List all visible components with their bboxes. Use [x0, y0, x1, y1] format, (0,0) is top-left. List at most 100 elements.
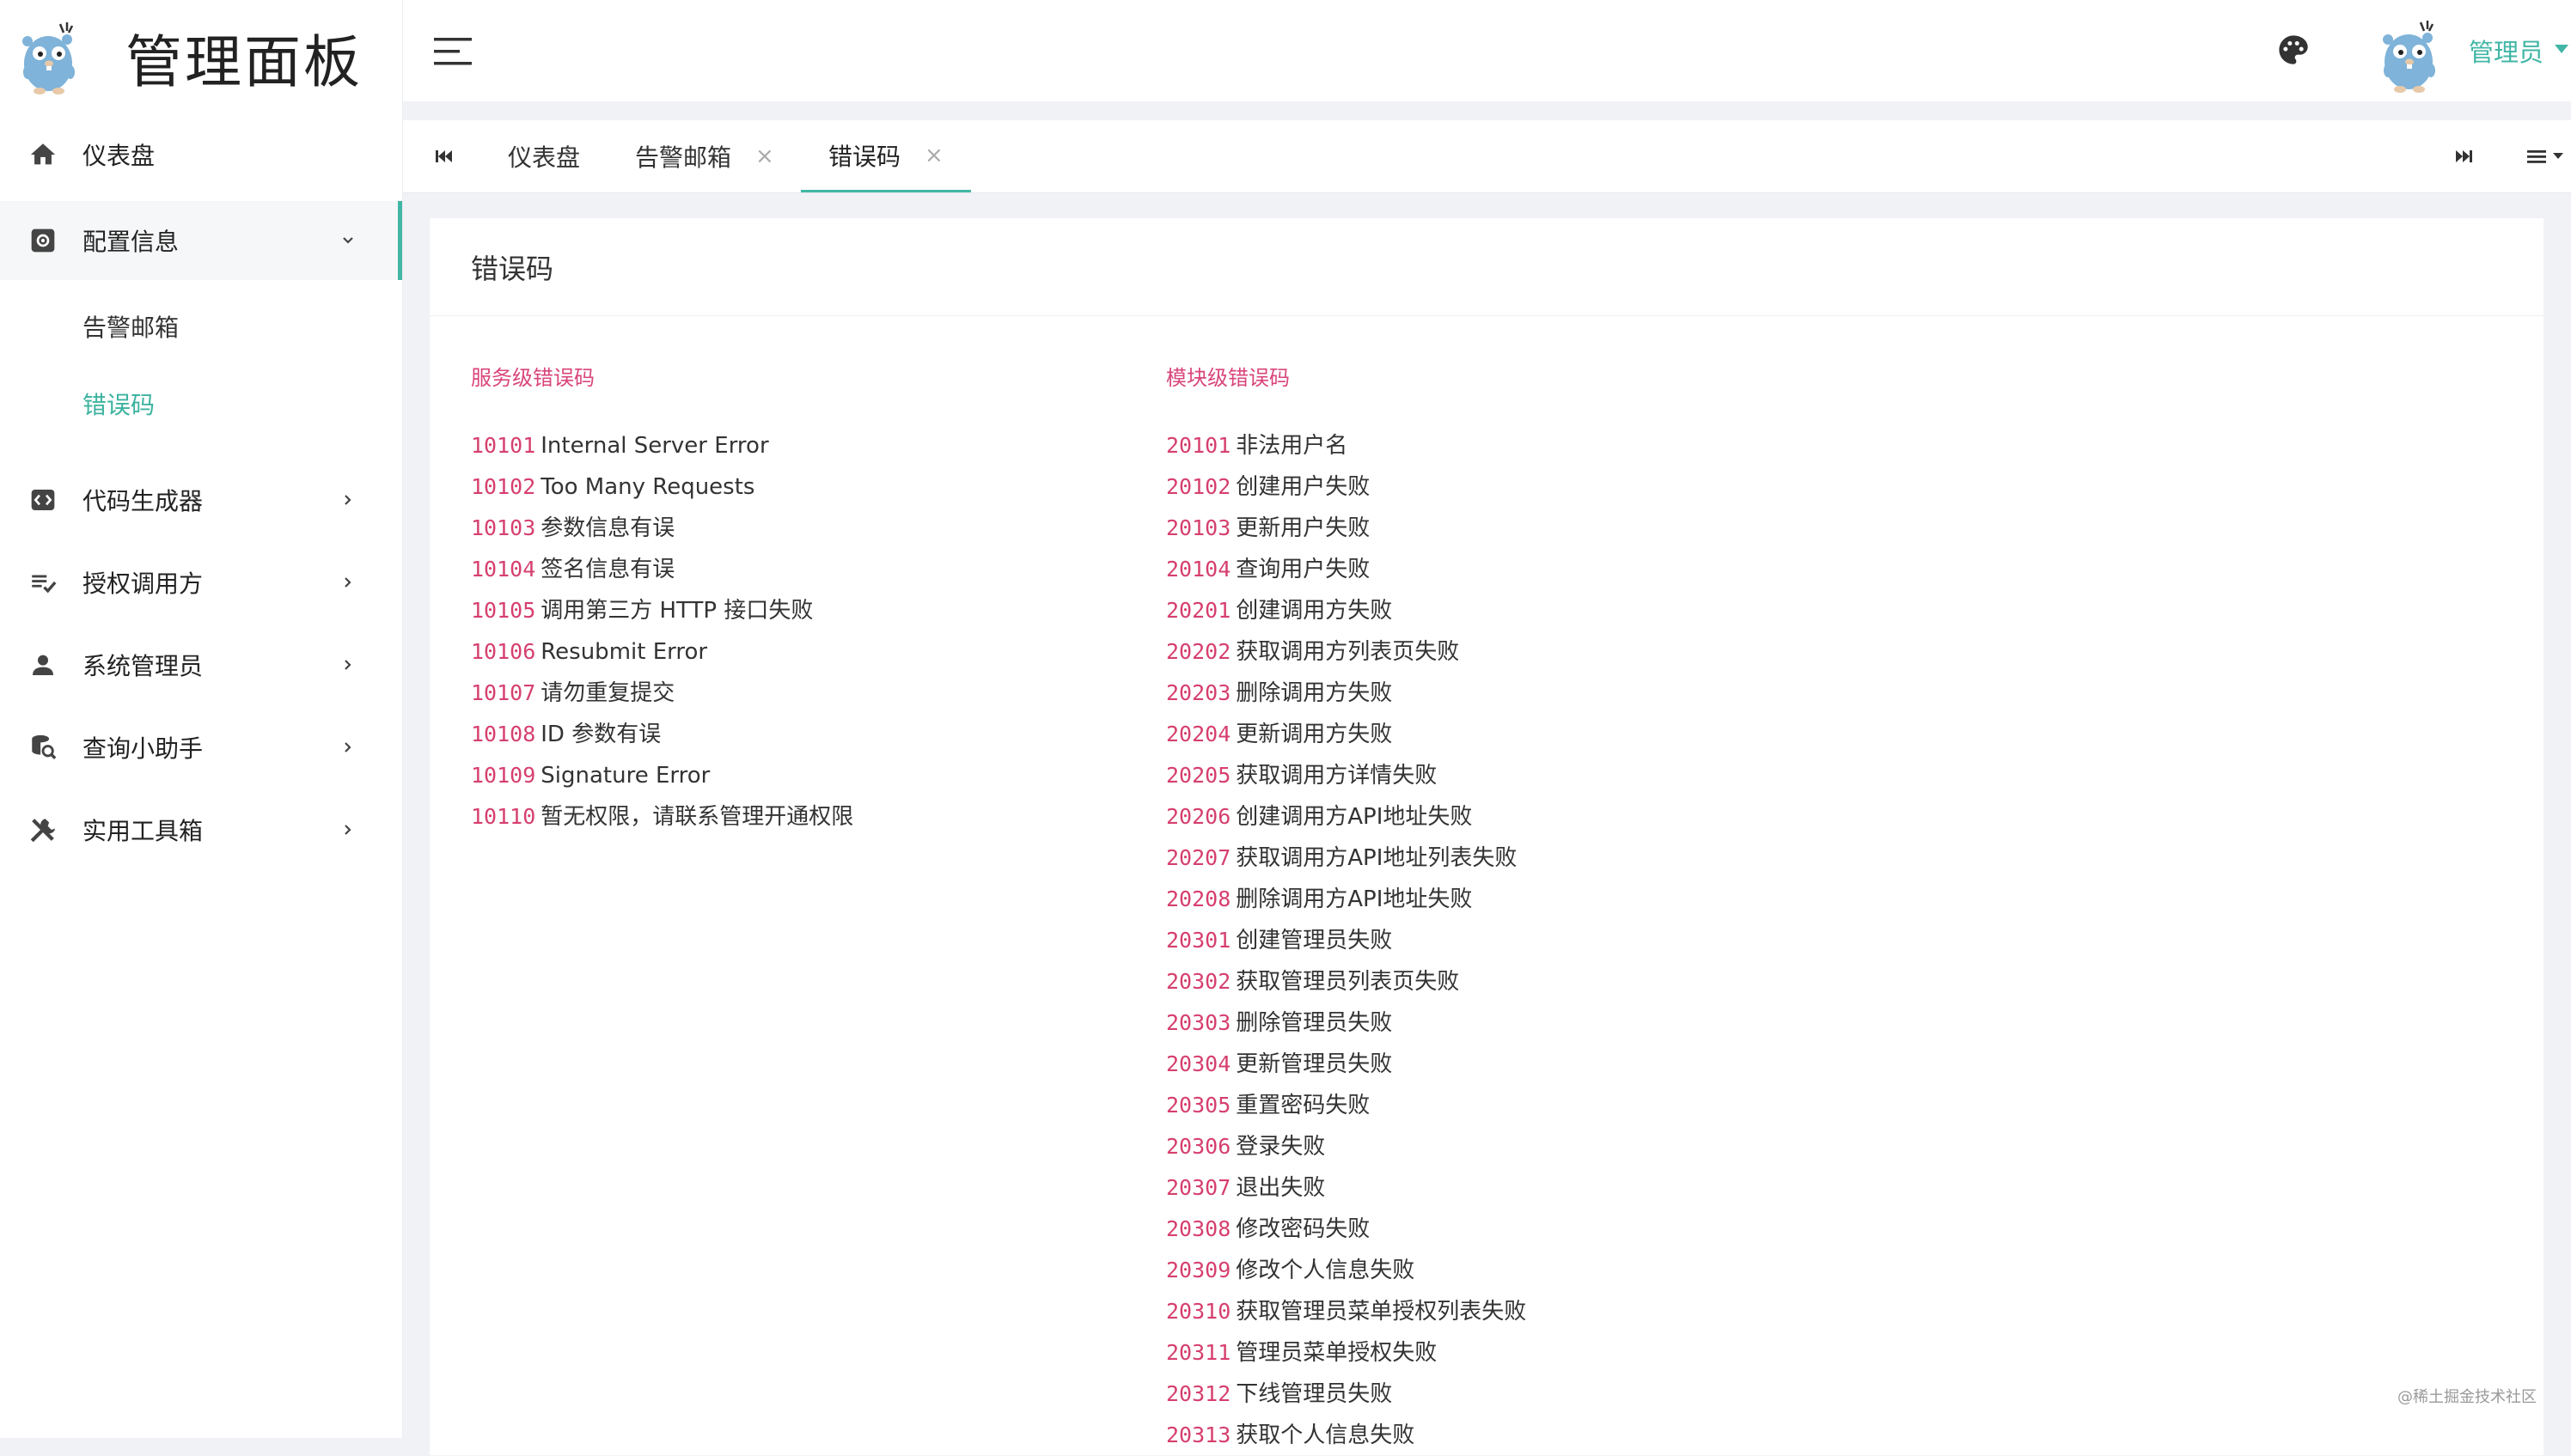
scroll-left-icon[interactable]: [431, 143, 458, 170]
error-code-description: 更新用户失败: [1236, 515, 1371, 541]
error-code-number: 20205: [1166, 763, 1231, 788]
error-code-description: Internal Server Error: [540, 433, 769, 459]
error-code-number: 20306: [1166, 1134, 1231, 1159]
error-code-description: 删除调用方API地址失败: [1236, 886, 1473, 912]
sidebar-item-label: 授权调用方: [82, 570, 204, 598]
code-row: 20101 非法用户名: [1166, 425, 1526, 466]
chevron-right-icon: [339, 738, 357, 757]
code-row: 10106 Resubmit Error: [471, 631, 853, 673]
sidebar-item-code-generator[interactable]: 代码生成器: [0, 460, 402, 539]
error-code-description: 创建用户失败: [1236, 474, 1371, 500]
code-row: 10110 暂无权限，请联系管理开通权限: [471, 796, 853, 838]
sidebar-subitem-error-code[interactable]: 错误码: [0, 369, 402, 438]
code-row: 20303 删除管理员失败: [1166, 1002, 1526, 1044]
sidebar-item-config[interactable]: 配置信息: [0, 201, 402, 280]
sidebar-item-label: 实用工具箱: [82, 817, 204, 845]
code-row: 20309 修改个人信息失败: [1166, 1250, 1526, 1291]
error-code-description: 暂无权限，请联系管理开通权限: [540, 804, 854, 830]
code-row: 20310 获取管理员菜单授权列表失败: [1166, 1291, 1526, 1332]
error-code-description: 获取调用方API地址列表失败: [1236, 845, 1518, 871]
tabs-menu-icon[interactable]: [2525, 143, 2571, 170]
error-code-description: 调用第三方 HTTP 接口失败: [540, 598, 814, 624]
watermark: @稀土掘金技术社区: [2397, 1388, 2537, 1406]
error-code-number: 20204: [1166, 722, 1231, 746]
chevron-right-icon: [339, 655, 357, 674]
code-row: 20203 删除调用方失败: [1166, 673, 1526, 714]
error-code-number: 20312: [1166, 1381, 1231, 1406]
error-code-number: 10105: [471, 598, 536, 623]
error-code-description: 签名信息有误: [540, 557, 675, 582]
palette-icon[interactable]: [2276, 33, 2311, 67]
code-row: 20304 更新管理员失败: [1166, 1044, 1526, 1085]
tab-close-icon[interactable]: ×: [755, 143, 774, 169]
error-code-number: 20304: [1166, 1051, 1231, 1076]
code-row: 20307 退出失败: [1166, 1167, 1526, 1209]
error-code-number: 10108: [471, 722, 536, 746]
code-row: 20301 创建管理员失败: [1166, 920, 1526, 961]
tab-label: 告警邮箱: [635, 143, 732, 172]
service-codes-section: 服务级错误码 10101 Internal Server Error 10102 To…: [471, 361, 853, 838]
error-code-number: 10107: [471, 680, 536, 705]
error-code-description: 查询用户失败: [1236, 557, 1371, 582]
chevron-down-icon: [339, 231, 357, 250]
section-title: 模块级错误码: [1166, 366, 1290, 390]
tab-label: 错误码: [828, 142, 901, 171]
error-code-description: 获取管理员列表页失败: [1236, 969, 1460, 995]
menu-toggle-icon[interactable]: [434, 36, 472, 67]
error-code-number: 20207: [1166, 845, 1231, 870]
error-code-number: 10109: [471, 763, 536, 788]
tab-error-code[interactable]: 错误码 ×: [801, 120, 971, 192]
error-code-description: 创建调用方API地址失败: [1236, 804, 1473, 830]
code-row: 20312 下线管理员失败: [1166, 1374, 1526, 1415]
error-code-number: 20208: [1166, 886, 1231, 911]
sidebar-item-label: 仪表盘: [82, 142, 156, 170]
code-row: 10103 参数信息有误: [471, 508, 853, 549]
database-search-icon: [26, 730, 60, 765]
error-code-number: 10103: [471, 515, 536, 540]
home-icon: [26, 137, 60, 172]
scroll-right-icon[interactable]: [2450, 143, 2477, 170]
sidebar-subitem-alert-email[interactable]: 告警邮箱: [0, 292, 402, 361]
avatar[interactable]: [2376, 17, 2443, 94]
sidebar: 管理面板 仪表盘 配置信息 告警邮箱 错误码 代码生成器 授权调用方 系统管理员…: [0, 0, 403, 1438]
code-row: 10102 Too Many Requests: [471, 466, 853, 508]
code-row: 20311 管理员菜单授权失败: [1166, 1332, 1526, 1374]
code-row: 20208 删除调用方API地址失败: [1166, 879, 1526, 920]
error-code-description: 创建调用方失败: [1236, 598, 1393, 624]
error-code-description: 登录失败: [1236, 1134, 1326, 1160]
error-code-description: 修改个人信息失败: [1236, 1258, 1415, 1283]
sidebar-item-label: 配置信息: [82, 228, 180, 256]
admin-name-dropdown[interactable]: 管理员: [2469, 33, 2544, 69]
error-code-number: 20102: [1166, 474, 1231, 499]
error-code-description: 退出失败: [1236, 1175, 1326, 1201]
sidebar-item-authorized-callers[interactable]: 授权调用方: [0, 543, 402, 622]
code-row: 10108 ID 参数有误: [471, 714, 853, 755]
sidebar-item-label: 系统管理员: [82, 652, 204, 680]
tab-close-icon[interactable]: ×: [925, 143, 944, 168]
code-row: 20102 创建用户失败: [1166, 466, 1526, 508]
sidebar-item-toolbox[interactable]: 实用工具箱: [0, 790, 402, 869]
sidebar-item-dashboard[interactable]: 仪表盘: [0, 115, 402, 194]
playlist-check-icon: [26, 565, 60, 600]
error-code-number: 20103: [1166, 515, 1231, 540]
error-code-description: 获取个人信息失败: [1236, 1422, 1415, 1448]
section-title: 服务级错误码: [471, 366, 595, 390]
code-row: 10104 签名信息有误: [471, 549, 853, 590]
error-code-number: 20309: [1166, 1258, 1231, 1282]
tab-label: 仪表盘: [508, 143, 581, 172]
error-code-number: 10106: [471, 639, 536, 664]
error-code-number: 20308: [1166, 1216, 1231, 1241]
caret-down-icon[interactable]: [2553, 43, 2570, 55]
tab-dashboard[interactable]: 仪表盘: [508, 120, 580, 192]
sidebar-item-query-helper[interactable]: 查询小助手: [0, 708, 402, 787]
brand-title: 管理面板: [125, 29, 363, 95]
error-code-description: 请勿重复提交: [540, 680, 675, 706]
sidebar-item-system-admin[interactable]: 系统管理员: [0, 625, 402, 704]
tab-alert-email[interactable]: 告警邮箱 ×: [635, 120, 774, 192]
error-code-description: 非法用户名: [1236, 433, 1348, 459]
error-code-description: 下线管理员失败: [1236, 1381, 1393, 1407]
error-code-number: 10102: [471, 474, 536, 499]
error-code-description: 删除管理员失败: [1236, 1010, 1393, 1036]
error-code-description: 获取管理员菜单授权列表失败: [1236, 1299, 1527, 1325]
error-code-number: 10110: [471, 804, 536, 829]
